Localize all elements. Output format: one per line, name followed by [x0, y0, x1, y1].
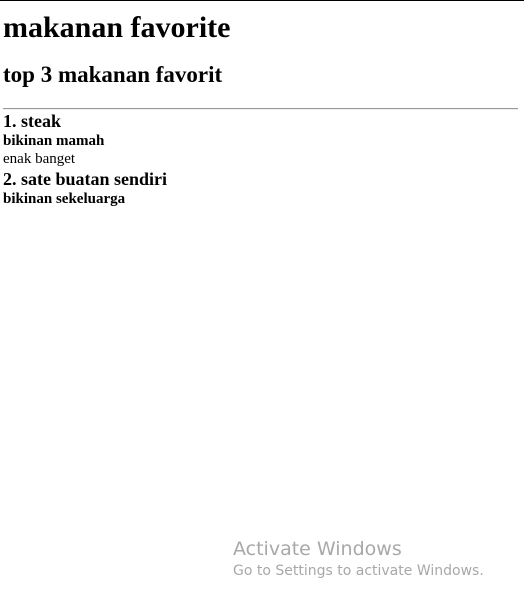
- page-subtitle: top 3 makanan favorit: [3, 62, 223, 87]
- page-title: makanan favorite: [3, 11, 231, 44]
- watermark-title: Activate Windows: [233, 538, 402, 560]
- food-item-description-steak: enak banget: [3, 151, 76, 167]
- activate-windows-watermark: Activate Windows Go to Settings to activ…: [233, 538, 484, 580]
- food-item-title-steak: 1. steak: [3, 111, 61, 131]
- food-item-title-sate: 2. sate buatan sendiri: [3, 169, 168, 189]
- page-content: makanan favorite top 3 makanan favorit 1…: [0, 11, 524, 208]
- watermark-subtitle: Go to Settings to activate Windows.: [233, 563, 484, 579]
- food-item-subtitle-sate: bikinan sekeluarga: [3, 191, 126, 207]
- food-item-subtitle-steak: bikinan mamah: [3, 133, 105, 149]
